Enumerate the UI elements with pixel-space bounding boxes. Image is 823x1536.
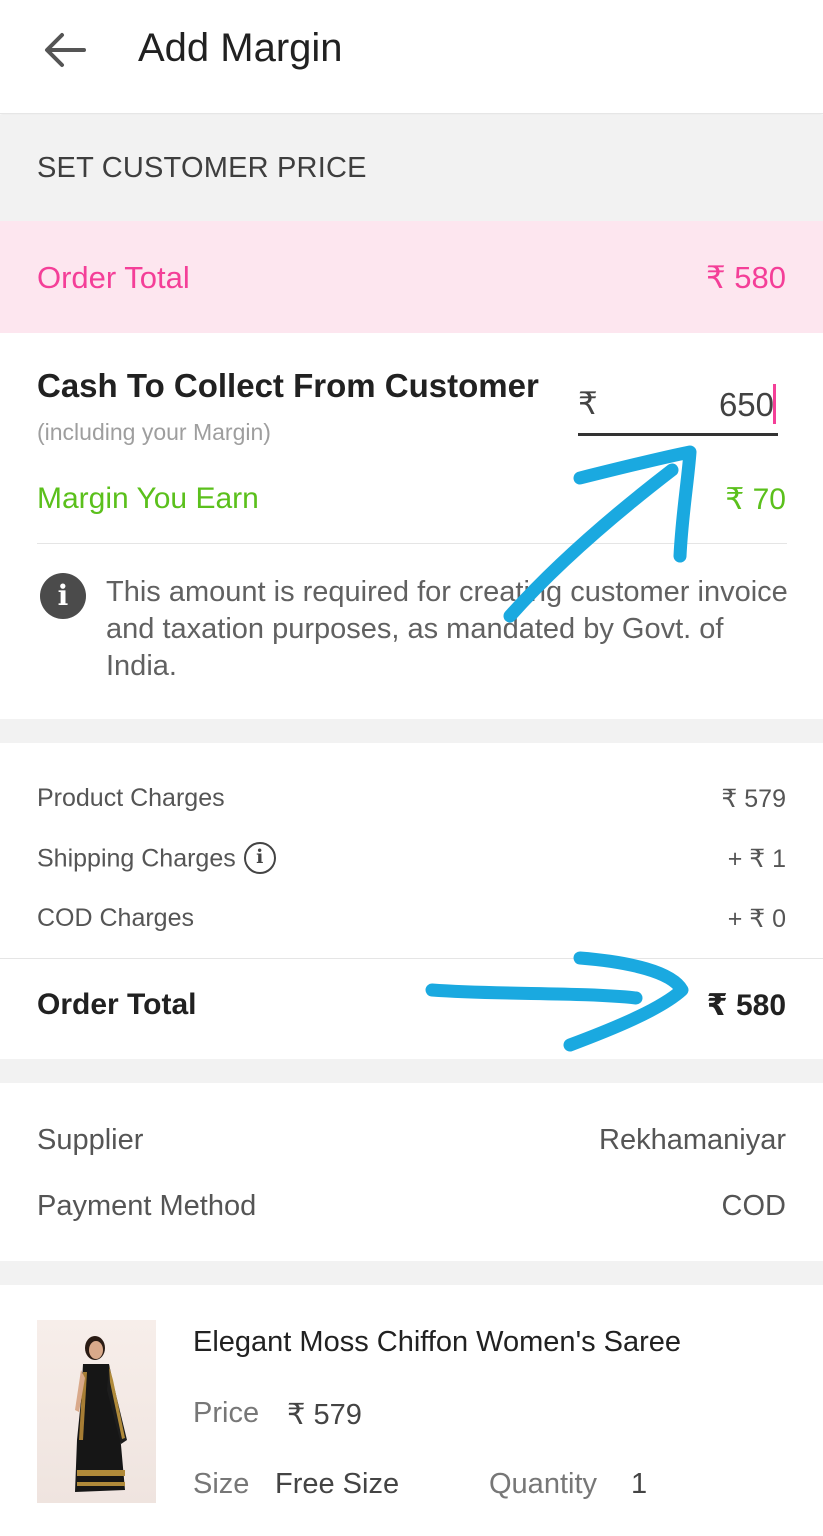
text-caret — [773, 384, 776, 424]
margin-value: ₹ 70 — [725, 483, 786, 516]
payment-method-value: COD — [721, 1190, 786, 1222]
product-price-value: ₹ 579 — [287, 1399, 362, 1431]
customer-price-value[interactable]: 650 — [719, 386, 774, 424]
product-quantity-label: Quantity — [489, 1468, 597, 1500]
arrow-left-icon[interactable] — [40, 26, 90, 76]
cod-charges-label: COD Charges — [37, 904, 194, 932]
section-title: SET CUSTOMER PRICE — [37, 152, 367, 184]
rupee-prefix: ₹ — [578, 386, 598, 421]
customer-price-input[interactable]: ₹ 650 — [578, 378, 778, 436]
order-total-banner-label: Order Total — [37, 260, 190, 295]
product-charges-value: ₹ 579 — [721, 785, 786, 813]
product-quantity-value: 1 — [631, 1468, 648, 1500]
order-total-label: Order Total — [37, 988, 197, 1021]
product-image[interactable] — [37, 1320, 156, 1503]
shipping-charges-row: Shipping Charges i — [37, 842, 276, 876]
supplier-value: Rekhamaniyar — [599, 1124, 786, 1156]
divider — [0, 958, 823, 959]
order-total-value: ₹ 580 — [706, 989, 786, 1022]
product-price-label: Price — [193, 1397, 260, 1429]
page-title: Add Margin — [138, 26, 343, 70]
product-size-label: Size — [193, 1468, 250, 1500]
product-charges-label: Product Charges — [37, 784, 225, 812]
product-size-value: Free Size — [275, 1468, 400, 1500]
section-gap — [0, 719, 823, 743]
shipping-info-icon[interactable]: i — [243, 842, 276, 874]
app-bar: Add Margin — [0, 0, 823, 114]
cash-collect-subtitle: (including your Margin) — [37, 419, 271, 445]
product-name[interactable]: Elegant Moss Chiffon Women's Saree — [193, 1326, 681, 1359]
section-gap — [0, 1059, 823, 1083]
shipping-charges-value: + ₹ 1 — [727, 845, 786, 873]
payment-method-label: Payment Method — [37, 1190, 257, 1222]
margin-label: Margin You Earn — [37, 482, 259, 515]
supplier-label: Supplier — [37, 1124, 144, 1156]
cod-charges-value: + ₹ 0 — [727, 905, 786, 933]
shipping-charges-label: Shipping Charges — [37, 844, 236, 873]
tax-notice-text: This amount is required for creating cus… — [106, 576, 788, 682]
details-card — [0, 1083, 823, 1261]
section-gap — [0, 1261, 823, 1285]
divider — [37, 543, 787, 544]
info-icon: i — [40, 573, 86, 619]
order-total-banner-value: ₹ 580 — [705, 260, 786, 295]
cash-collect-title: Cash To Collect From Customer — [37, 367, 539, 404]
